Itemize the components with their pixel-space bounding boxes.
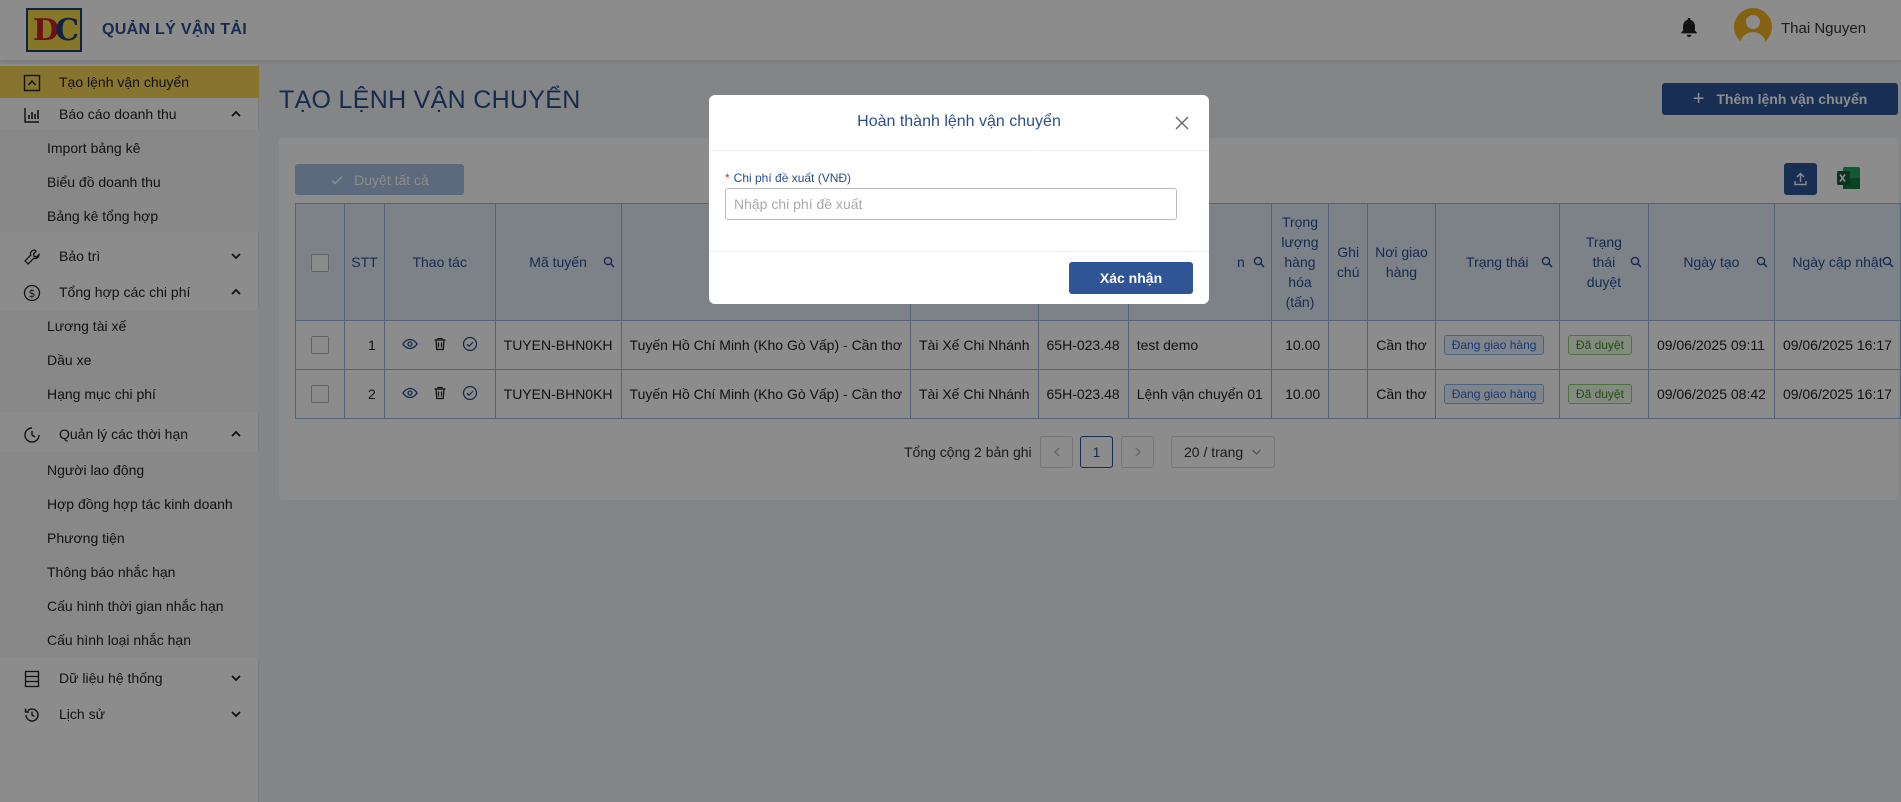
complete-order-modal: Hoàn thành lệnh vận chuyển * Chi phí đề x… bbox=[709, 95, 1209, 304]
modal-header-divider bbox=[709, 150, 1209, 151]
confirm-button[interactable]: Xác nhận bbox=[1069, 262, 1193, 294]
close-icon[interactable] bbox=[1173, 114, 1191, 132]
proposed-cost-input[interactable] bbox=[725, 188, 1177, 220]
proposed-cost-label: * Chi phí đề xuất (VNĐ) bbox=[725, 171, 851, 185]
modal-title: Hoàn thành lệnh vận chuyển bbox=[857, 113, 1061, 130]
proposed-cost-label-text: Chi phí đề xuất (VNĐ) bbox=[733, 171, 852, 185]
required-asterisk: * bbox=[725, 171, 730, 185]
modal-footer-divider bbox=[709, 251, 1209, 252]
